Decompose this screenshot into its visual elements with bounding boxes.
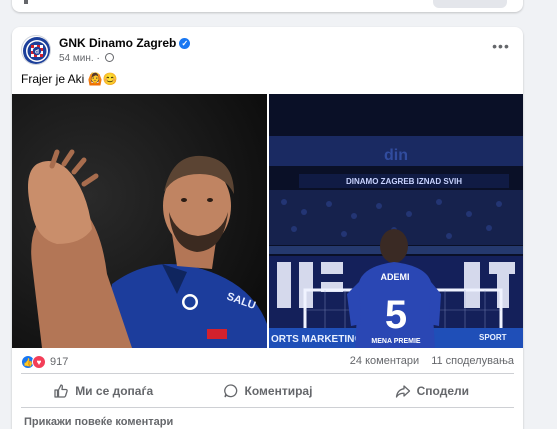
- jersey-sponsor-text: MENA PREMIE: [371, 338, 420, 345]
- share-icon: [395, 385, 410, 398]
- comment-icon: [223, 384, 237, 398]
- previous-post-card: [12, 0, 523, 12]
- engagement-counts: 24 коментари 11 споделувања: [350, 355, 514, 367]
- comments-count[interactable]: 24 коментари: [350, 355, 419, 367]
- page-name[interactable]: GNK Dinamo Zagreb ✓: [59, 36, 191, 50]
- share-button[interactable]: Сподели: [350, 377, 514, 405]
- comment-button-label: Коментирај: [244, 384, 313, 398]
- post-timestamp[interactable]: 54 мин. ·: [59, 53, 114, 64]
- like-button-label: Ми се допаѓа: [75, 384, 154, 398]
- post-time-text[interactable]: 54 мин.: [59, 53, 94, 64]
- globe-icon: [104, 53, 114, 62]
- board-left-text: ORTS MARKETING: [271, 334, 362, 345]
- view-more-comments-link[interactable]: Прикажи повеќе коментари: [24, 416, 173, 428]
- svg-text:d: d: [35, 49, 39, 56]
- jersey-name-text: ADEMI: [381, 272, 410, 282]
- page-name-text[interactable]: GNK Dinamo Zagreb: [59, 36, 176, 50]
- stand-banner-text: DINAMO ZAGREB IZNAD SVIH: [346, 177, 462, 186]
- divider-top: [21, 373, 514, 374]
- love-reaction-icon: ♥: [32, 355, 46, 369]
- comment-button[interactable]: Коментирај: [185, 377, 349, 405]
- post-options-button[interactable]: •••: [489, 37, 513, 57]
- verified-badge-icon: ✓: [179, 38, 191, 49]
- player-facing-stadium-photo[interactable]: din DINAMO ZAGREB IZNAD SVIH ORTS MARKET…: [269, 94, 523, 348]
- board-right-text: SPORT: [479, 333, 507, 342]
- reaction-summary[interactable]: 👍 ♥ 917: [21, 354, 68, 370]
- feed-post: d GNK Dinamo Zagreb ✓ 54 мин. · ••• Fraje…: [12, 27, 523, 429]
- thumbs-up-icon: [54, 384, 68, 398]
- dinamo-crest-icon: d: [23, 37, 50, 64]
- player-applauding-photo[interactable]: SALU: [12, 94, 267, 348]
- page-avatar[interactable]: d: [21, 35, 51, 65]
- post-actions: Ми се допаѓа Коментирај Сподели: [21, 377, 514, 405]
- reaction-count[interactable]: 917: [50, 356, 68, 368]
- shares-count[interactable]: 11 споделувања: [431, 355, 514, 367]
- player-applauding-illustration: SALU: [12, 94, 267, 348]
- post-text: Frajer je Aki 🙆😊: [21, 72, 118, 86]
- divider-bottom: [21, 407, 514, 408]
- stadium-illustration: din DINAMO ZAGREB IZNAD SVIH ORTS MARKET…: [269, 94, 523, 348]
- jersey-number-text: 5: [385, 293, 407, 337]
- svg-text:din: din: [384, 147, 408, 164]
- share-button-label: Сподели: [416, 384, 470, 398]
- like-button[interactable]: Ми се допаѓа: [21, 377, 185, 405]
- previous-post-button[interactable]: [433, 0, 507, 8]
- previous-post-fragment: [24, 0, 28, 4]
